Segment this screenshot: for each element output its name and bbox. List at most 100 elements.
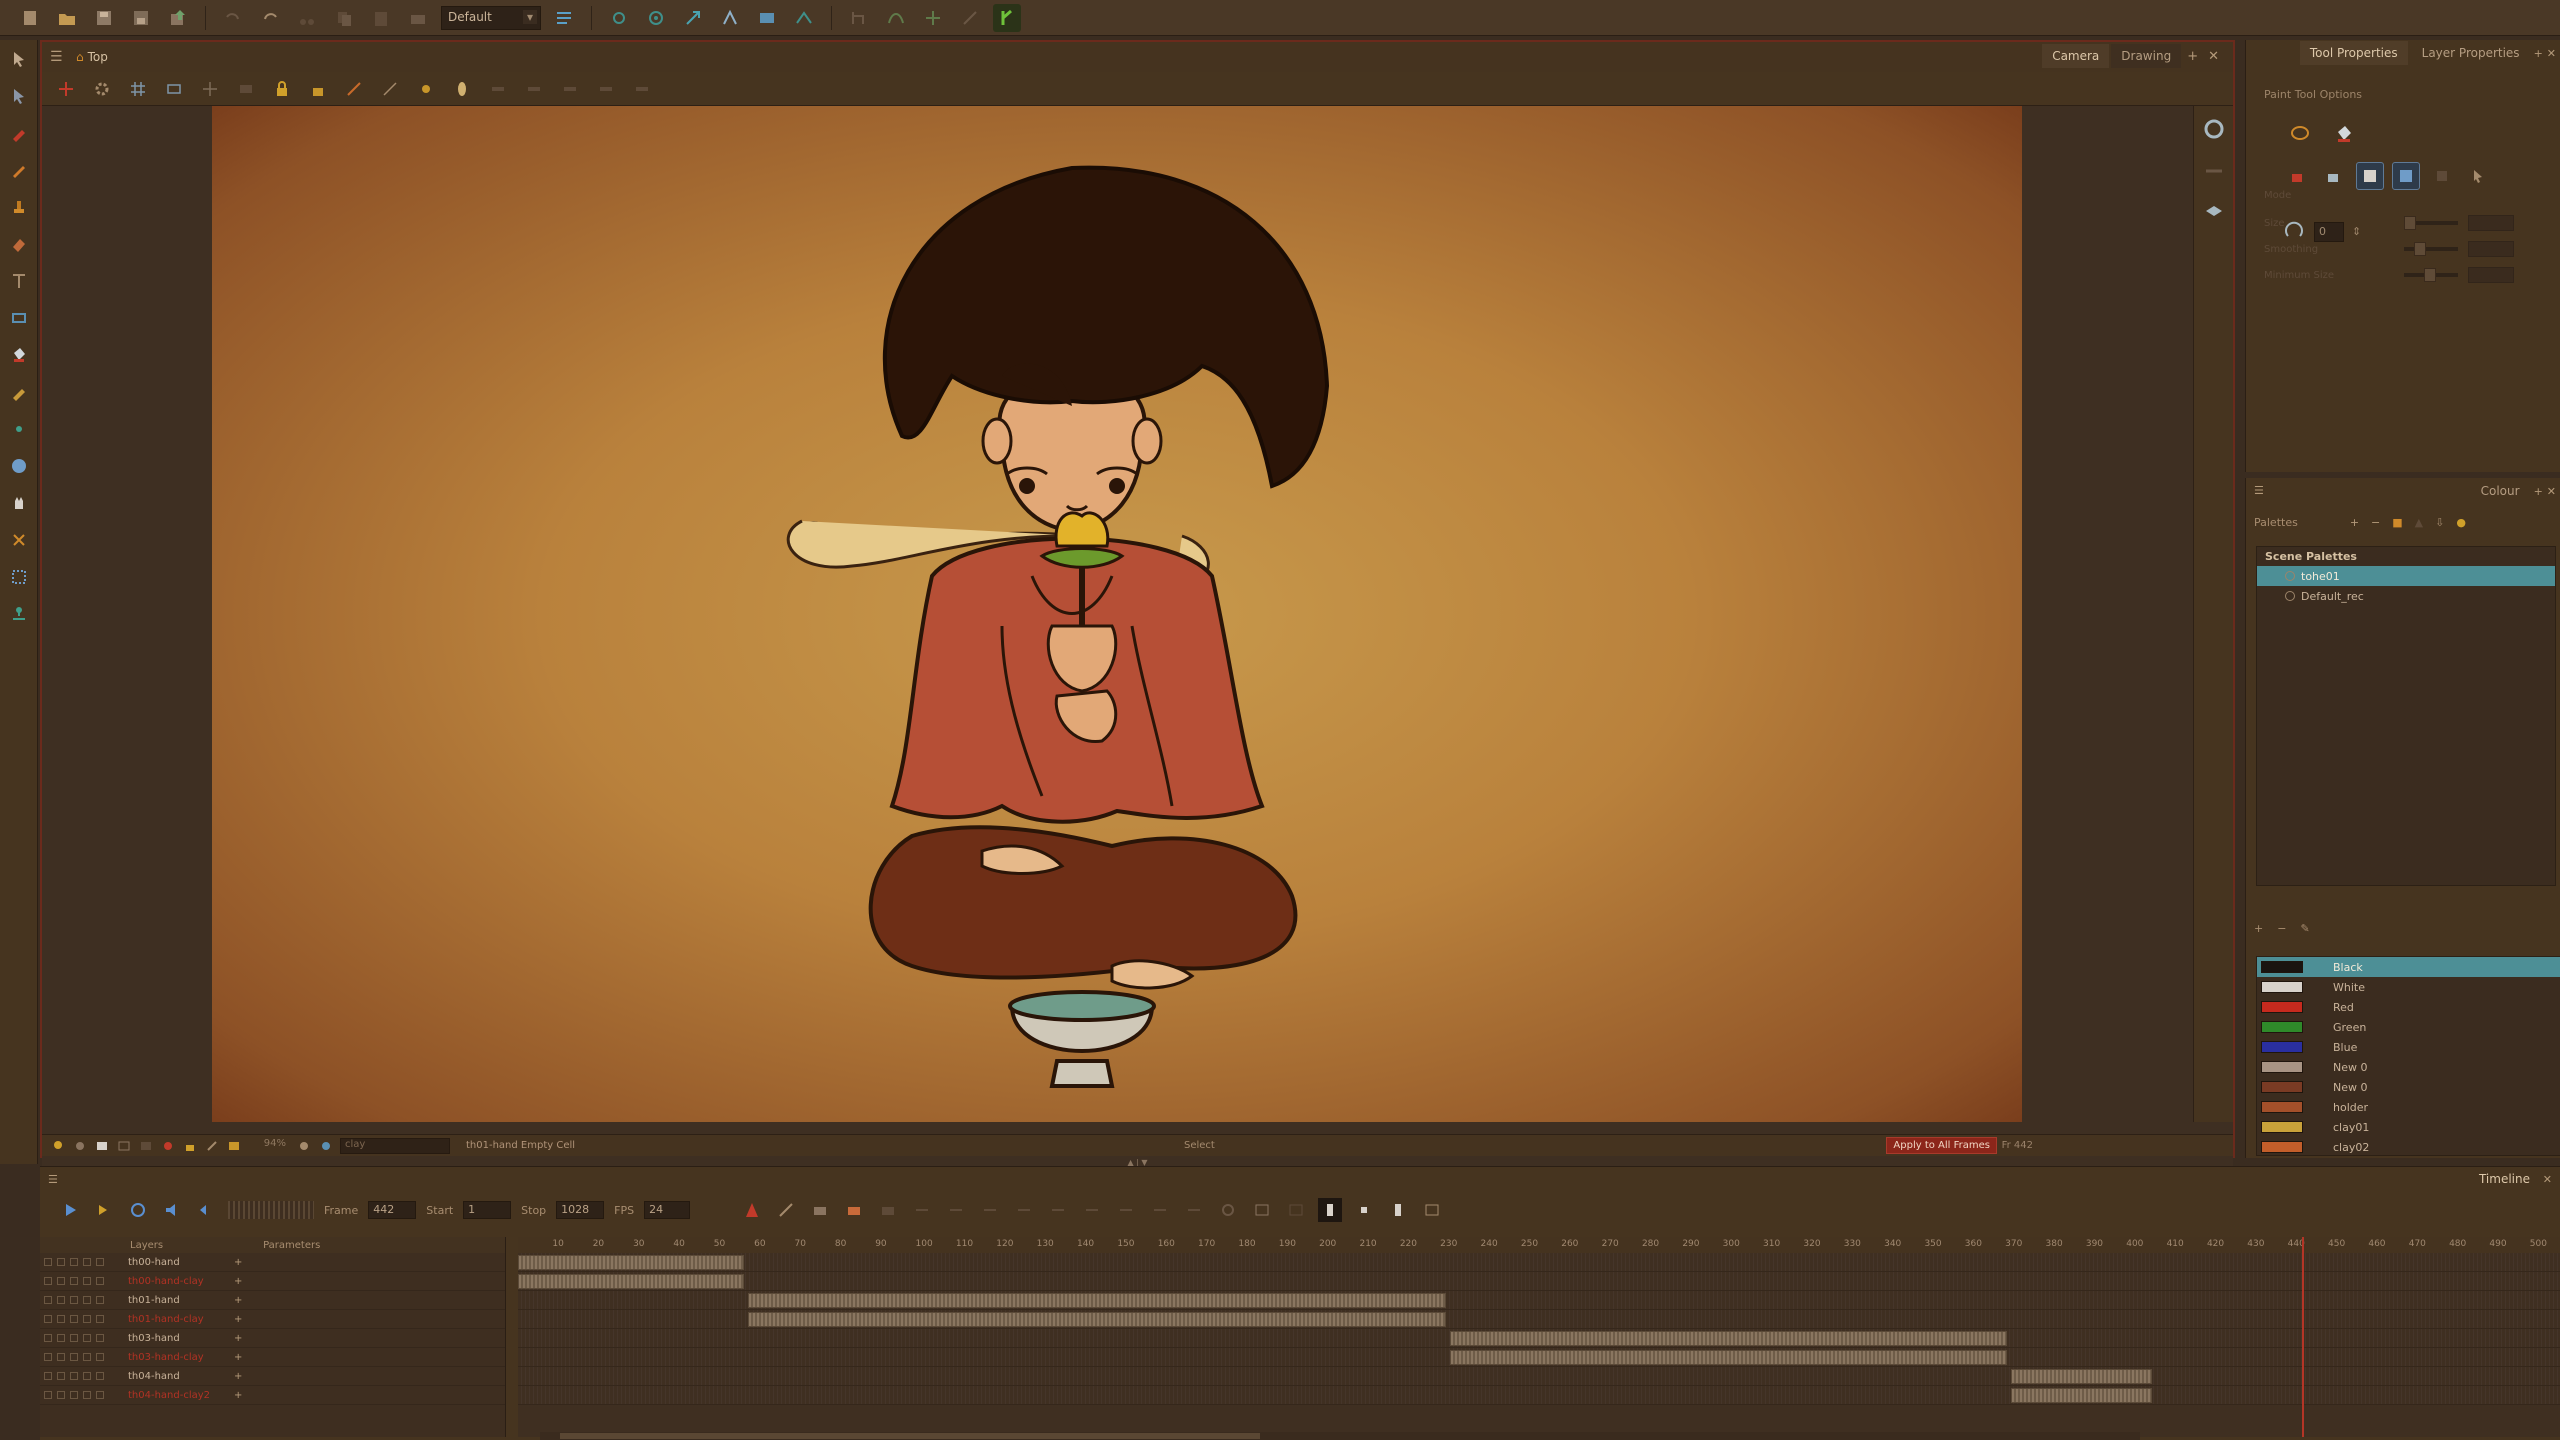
layer-row[interactable]: th03-hand-clay + <box>40 1348 505 1367</box>
layer-name[interactable]: th04-hand-clay2 <box>114 1390 234 1401</box>
image-icon[interactable] <box>226 1138 242 1154</box>
onion-skin-tl-icon[interactable] <box>740 1198 764 1222</box>
peg-icon[interactable] <box>808 1198 832 1222</box>
bezier-icon[interactable] <box>882 4 910 32</box>
timeline-tool-9-icon[interactable] <box>1182 1198 1206 1222</box>
sound-icon[interactable] <box>160 1198 184 1222</box>
colour-toggle[interactable] <box>83 1277 91 1285</box>
scene-canvas[interactable] <box>212 106 2022 1122</box>
track-row[interactable] <box>518 1386 2560 1405</box>
apply-to-all-frames-button[interactable]: Apply to All Frames <box>1886 1137 1997 1154</box>
visibility-toggle[interactable] <box>44 1296 52 1304</box>
smoothing-slider-knob[interactable] <box>2414 242 2426 256</box>
colour-chip[interactable] <box>2261 1061 2303 1073</box>
green-tool-icon[interactable] <box>993 3 1021 32</box>
layer-name[interactable]: th00-hand <box>114 1257 234 1268</box>
palette-lock-icon[interactable]: ● <box>2456 516 2466 529</box>
panel-splitter[interactable]: ▲ | ▼ <box>40 1158 2235 1167</box>
zoom-icon[interactable] <box>0 484 38 521</box>
layer-row[interactable]: th01-hand + <box>40 1291 505 1310</box>
paint-bucket-mode-icon[interactable] <box>2330 120 2358 148</box>
home-icon[interactable]: ⌂ <box>76 50 84 64</box>
hand-pan-icon[interactable] <box>0 447 38 484</box>
workspace-select[interactable]: Default <box>441 5 541 30</box>
unlock-icon[interactable] <box>306 77 330 101</box>
thumbnail-toggle[interactable] <box>96 1353 104 1361</box>
extra-tool-3-icon[interactable] <box>558 77 582 101</box>
minimum-size-value[interactable] <box>2468 267 2514 283</box>
breadcrumb-top[interactable]: Top <box>88 50 108 64</box>
pivot-icon[interactable] <box>0 410 38 447</box>
lock-toggle[interactable] <box>57 1277 65 1285</box>
paint-bucket-icon[interactable] <box>0 336 38 373</box>
timeline-tool-5-icon[interactable] <box>1046 1198 1070 1222</box>
thumbnail-toggle[interactable] <box>96 1334 104 1342</box>
timeline-title[interactable]: Timeline <box>2479 1172 2530 1186</box>
timeline-tool-7-icon[interactable] <box>1114 1198 1138 1222</box>
view-mode-2-icon[interactable] <box>1352 1198 1376 1222</box>
colour-chip[interactable] <box>2261 1041 2303 1053</box>
colour-toggle[interactable] <box>83 1296 91 1304</box>
edit-colour-icon[interactable]: ✎ <box>2300 922 2309 935</box>
overlay-icon[interactable] <box>234 77 258 101</box>
lock-toggle[interactable] <box>57 1296 65 1304</box>
colour-toggle[interactable] <box>83 1258 91 1266</box>
palette-item[interactable]: Default_rec <box>2257 586 2555 606</box>
timeline-tool-2-icon[interactable] <box>944 1198 968 1222</box>
colour-toggle[interactable] <box>83 1372 91 1380</box>
fps-field[interactable]: 24 <box>644 1201 691 1219</box>
lock-icon[interactable] <box>270 77 294 101</box>
thumbnail-toggle[interactable] <box>96 1277 104 1285</box>
exposure-cell[interactable] <box>518 1274 744 1289</box>
colour-swatch-row[interactable]: holder <box>2257 1097 2560 1117</box>
colour-swatch-row[interactable]: Black <box>2257 957 2560 977</box>
field-guide-icon[interactable] <box>198 77 222 101</box>
colour-chip[interactable] <box>2261 961 2303 973</box>
palette-up-icon[interactable]: ▲ <box>2415 516 2423 529</box>
layer-row[interactable]: th03-hand + <box>40 1329 505 1348</box>
colour-chip[interactable] <box>2261 1141 2303 1153</box>
extra-tool-4-icon[interactable] <box>594 77 618 101</box>
size-slider[interactable] <box>2404 216 2458 230</box>
frame-ruler[interactable]: 10 20 30 40 50 60 70 80 90 100 110 120 130 140 150 160 1… <box>518 1237 2560 1253</box>
layer-name[interactable]: th04-hand <box>114 1371 234 1382</box>
mask-icon[interactable] <box>138 1138 154 1154</box>
tab-camera[interactable]: Camera <box>2042 44 2110 68</box>
palette-down-icon[interactable]: ⇩ <box>2435 516 2444 529</box>
morph-icon[interactable] <box>716 4 744 32</box>
solo-toggle[interactable] <box>70 1258 78 1266</box>
layer-row[interactable]: th04-hand-clay2 + <box>40 1386 505 1405</box>
minimum-size-slider-knob[interactable] <box>2424 268 2436 282</box>
exposure-cell[interactable] <box>1450 1350 2008 1365</box>
exposure-cell[interactable] <box>748 1312 1447 1327</box>
add-parameter-icon[interactable]: + <box>234 1352 254 1363</box>
safe-area-icon[interactable] <box>162 77 186 101</box>
close-icon[interactable]: ✕ <box>2204 49 2223 64</box>
tab-tool-properties[interactable]: Tool Properties <box>2299 41 2408 65</box>
thumbnail-toggle[interactable] <box>96 1315 104 1323</box>
save-all-icon[interactable] <box>127 4 155 32</box>
brush-tl-icon[interactable] <box>774 1198 798 1222</box>
visibility-toggle[interactable] <box>44 1258 52 1266</box>
stop-field[interactable]: 1028 <box>556 1201 605 1219</box>
frame-icon[interactable] <box>94 1138 110 1154</box>
visibility-toggle[interactable] <box>44 1391 52 1399</box>
add-tab-icon[interactable]: + <box>2534 47 2543 60</box>
text-icon[interactable] <box>0 262 38 299</box>
colour-swatch-row[interactable]: clay02 <box>2257 1137 2560 1155</box>
exposure-cell[interactable] <box>748 1293 1447 1308</box>
render-icon[interactable] <box>72 1138 88 1154</box>
colour-swatch-row[interactable]: clay01 <box>2257 1117 2560 1137</box>
loop-icon[interactable] <box>126 1198 150 1222</box>
exposure-cell[interactable] <box>2011 1388 2153 1403</box>
track-row[interactable] <box>518 1348 2560 1367</box>
colour-swatch-row[interactable]: Green <box>2257 1017 2560 1037</box>
add-colour-icon[interactable]: + <box>2254 922 2263 935</box>
cut-icon[interactable] <box>293 4 321 32</box>
layer-row[interactable]: th00-hand-clay + <box>40 1272 505 1291</box>
playback-speed-slider[interactable] <box>228 1201 314 1219</box>
colour-swatch-row[interactable]: Blue <box>2257 1037 2560 1057</box>
gear-icon[interactable] <box>90 77 114 101</box>
panel-menu-icon[interactable]: ☰ <box>50 49 70 65</box>
colour-toggle[interactable] <box>83 1315 91 1323</box>
